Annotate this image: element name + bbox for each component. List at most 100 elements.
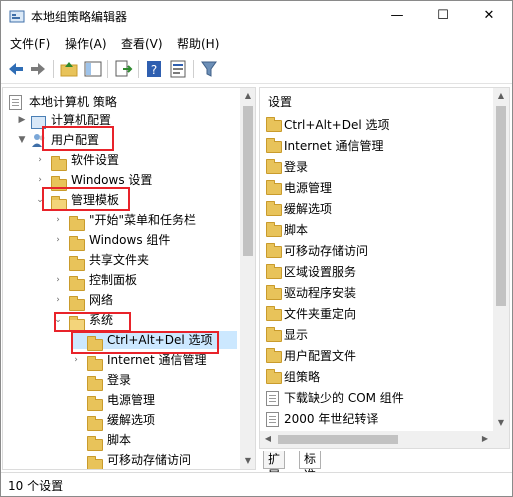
list-item[interactable]: 驱动程序安装 [266,283,356,304]
details-horizontal-scrollbar[interactable]: ◀ ▶ [260,431,493,448]
group-policy-editor-window: 本地组策略编辑器 — ☐ ✕ 文件(F) 操作(A) 查看(V) 帮助(H) ?… [0,0,513,497]
toolbar-separator [53,60,54,78]
policy-setting-icon [266,412,279,427]
tree-pane[interactable]: 本地计算机 策略 ▶ 计算机配置 ▼ 用户配置 › 软件设置 › Windows… [2,87,256,470]
folder-icon [266,305,282,321]
list-item-label: 文件夹重定向 [284,307,357,321]
folder-icon [266,242,282,258]
list-item[interactable]: 显示 [266,325,308,346]
folder-icon [266,158,282,174]
folder-icon [266,116,282,132]
list-item-label: 区域设置服务 [284,265,357,279]
menu-action[interactable]: 操作(A) [65,35,107,52]
list-item[interactable]: 登录 [266,157,308,178]
tree-vertical-scrollbar[interactable]: ▲ ▼ [240,88,255,469]
list-item-label: 2000 年世纪转译 [284,412,379,426]
folder-icon [87,415,103,431]
filter-icon[interactable] [199,59,219,79]
tree-item-label: 登录 [107,373,132,387]
toolbar-separator [193,60,194,78]
up-folder-icon[interactable] [59,59,79,79]
tree-item-label: Windows 组件 [89,233,171,247]
properties-icon[interactable] [168,59,188,79]
details-pane[interactable]: 设置 Ctrl+Alt+Del 选项 Internet 通信管理 登录 电源管理… [259,87,510,449]
folder-icon [87,455,103,469]
title-bar[interactable]: 本地组策略编辑器 — ☐ ✕ [1,1,512,32]
close-button[interactable]: ✕ [466,1,512,31]
collapse-arrow-icon[interactable]: ▼ [17,130,27,150]
window-title: 本地组策略编辑器 [31,10,128,24]
folder-icon [266,284,282,300]
tree-item-label: 网络 [89,293,114,307]
export-list-icon[interactable] [113,59,133,79]
scroll-up-arrow-icon[interactable]: ▲ [493,88,509,104]
folder-icon [266,347,282,363]
scroll-down-arrow-icon[interactable]: ▼ [493,415,509,431]
expand-arrow-icon[interactable]: › [35,150,45,170]
show-tree-icon[interactable] [83,59,103,79]
folder-icon [87,435,103,451]
scrollbar-thumb[interactable] [243,106,253,256]
tab-standard[interactable]: 标准 [299,451,322,482]
forward-arrow-icon[interactable] [28,59,48,79]
menu-view[interactable]: 查看(V) [121,35,163,52]
policy-setting-icon [266,391,279,406]
list-item-label: 用户配置文件 [284,349,357,363]
list-item-label: 显示 [284,328,309,342]
highlight-box-user-config [42,126,114,151]
minimize-button[interactable]: — [374,1,420,31]
tree-item-label: 可移动存储访问 [107,453,192,467]
list-item-label: 组策略 [284,370,321,384]
group-policy-app-icon [9,10,25,23]
list-item[interactable]: 组策略 [266,367,320,388]
list-item[interactable]: 脚本 [266,220,308,241]
folder-icon [266,326,282,342]
list-item[interactable]: 2000 年世纪转译 [266,409,378,430]
scrollbar-thumb[interactable] [496,106,506,306]
status-bar: 10 个设置 [1,472,512,496]
folder-icon [266,263,282,279]
list-item[interactable]: 下载缺少的 COM 组件 [266,388,404,409]
list-item[interactable]: 文件夹重定向 [266,304,356,325]
details-header: 设置 [268,92,292,113]
list-item[interactable]: Internet 通信管理 [266,136,383,157]
expand-arrow-icon[interactable]: ▶ [17,110,27,130]
expand-arrow-icon[interactable]: › [53,210,63,230]
tree-item-label: 脚本 [107,433,132,447]
list-item-label: 驱动程序安装 [284,286,357,300]
list-item-label: Internet 通信管理 [284,139,384,153]
list-item[interactable]: 用户配置文件 [266,346,356,367]
folder-icon [87,355,103,371]
scroll-down-arrow-icon[interactable]: ▼ [240,453,255,469]
details-vertical-scrollbar[interactable]: ▲ ▼ [493,88,509,448]
tree-item-local-computer-policy[interactable]: 本地计算机 策略 [9,92,117,112]
list-item-label: 登录 [284,160,309,174]
toolbar: ? [1,54,512,84]
tab-extended[interactable]: 扩展 [263,451,286,482]
scrollbar-thumb[interactable] [278,435,398,444]
list-item-label: 可移动存储访问 [284,244,369,258]
highlight-box-admin-templates [42,187,130,211]
expand-arrow-icon[interactable]: › [53,270,63,290]
highlight-box-system [54,312,131,332]
list-item[interactable]: 电源管理 [266,178,332,199]
folder-icon [266,137,282,153]
tree-item-label: 电源管理 [107,393,156,407]
scroll-left-arrow-icon[interactable]: ◀ [260,431,276,447]
tree-item-label: 缓解选项 [107,413,156,427]
menu-file[interactable]: 文件(F) [10,35,50,52]
folder-icon [266,221,282,237]
maximize-button[interactable]: ☐ [420,1,466,31]
list-item[interactable]: 区域设置服务 [266,262,356,283]
list-item[interactable]: 缓解选项 [266,199,332,220]
back-arrow-icon[interactable] [6,59,26,79]
help-icon[interactable]: ? [144,59,164,79]
list-item[interactable]: Ctrl+Alt+Del 选项 [266,115,389,136]
expand-arrow-icon[interactable]: › [53,230,63,250]
expand-arrow-icon[interactable]: › [53,290,63,310]
scroll-right-arrow-icon[interactable]: ▶ [477,431,493,447]
scroll-up-arrow-icon[interactable]: ▲ [240,88,255,104]
folder-icon [266,368,282,384]
menu-help[interactable]: 帮助(H) [177,35,219,52]
list-item[interactable]: 可移动存储访问 [266,241,368,262]
